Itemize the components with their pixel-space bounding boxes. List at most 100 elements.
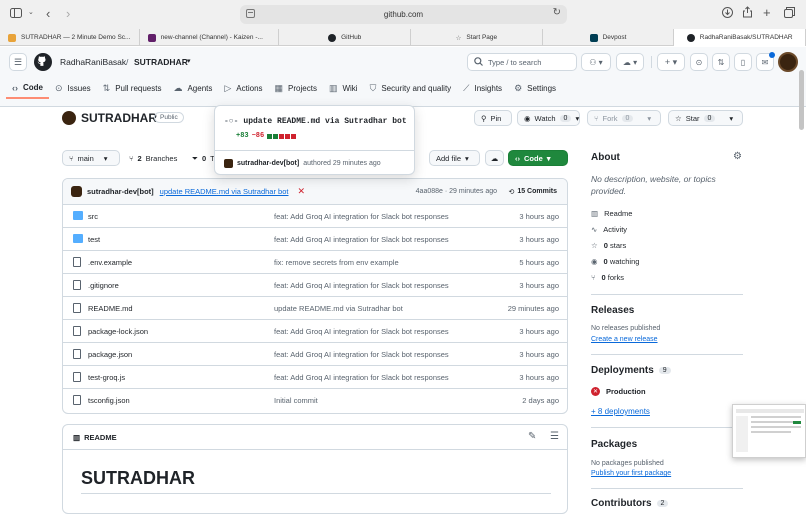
scrollbar[interactable] [799,70,804,130]
star-button[interactable]: ☆ Star 0 ▾ [668,110,743,126]
file-name[interactable]: .gitignore [88,281,119,290]
file-row[interactable]: .gitignore feat: Add Groq AI integration … [63,274,567,297]
pencil-icon[interactable]: ✎ [528,431,536,442]
watch-button[interactable]: ◉ Watch 0 ▾ [517,110,580,126]
file-commit-message[interactable]: fix: remove secrets from env example [274,258,399,267]
pull-requests-button[interactable]: ⇅ [712,53,730,71]
readme-link[interactable]: ▥ Readme [591,209,632,218]
caret-down-icon[interactable]: ▾ [187,57,191,65]
activity-link[interactable]: ∿ Activity [591,225,627,234]
repo-name-link[interactable]: SUTRADHAR [134,57,188,67]
browser-tab[interactable]: GitHub [279,29,412,46]
file-commit-message[interactable]: feat: Add Groq AI integration for Slack … [274,327,449,336]
tab-overview-icon[interactable] [784,7,795,18]
file-commit-message[interactable]: feat: Add Groq AI integration for Slack … [274,281,449,290]
repositories-button[interactable]: ▯ [734,53,752,71]
add-file-button[interactable]: Add file ▾ [429,150,480,166]
browser-tab-active[interactable]: RadhaRaniBasak/SUTRADHAR [674,29,806,46]
browser-tab[interactable]: new-channel (Channel) - Kaizen -... [140,29,280,46]
readme-tab[interactable]: ▥ README [73,433,117,442]
tags-link[interactable]: ⏷ 0 T [192,154,215,164]
commit-hash-time[interactable]: 4aa088e · 29 minutes ago [416,188,497,195]
forks-link[interactable]: ⑂ 0 forks [591,273,624,282]
avatar[interactable] [778,52,798,72]
file-name[interactable]: test [88,235,100,244]
new-tab-icon[interactable]: + [763,5,771,20]
download-icon[interactable] [722,7,733,18]
more-deployments-link[interactable]: + 8 deployments [591,407,650,416]
file-name[interactable]: .env.example [88,258,132,267]
gear-icon[interactable]: ⚙ [733,151,742,162]
browser-tab[interactable]: Devpost [543,29,675,46]
commit-author[interactable]: sutradhar-dev[bot] [87,187,154,196]
file-name[interactable]: README.md [88,304,133,313]
file-row[interactable]: src feat: Add Groq AI integration for Sla… [63,205,567,228]
tab-agents[interactable]: ☁ Agents [167,78,218,99]
tab-actions[interactable]: ▷ Actions [218,78,268,99]
tab-projects[interactable]: ▦ Projects [269,78,323,99]
search-input[interactable]: Type / to search [467,53,577,71]
repo-owner[interactable]: RadhaRaniBasak [60,57,126,67]
file-name[interactable]: tsconfig.json [88,396,130,405]
repo-owner-avatar[interactable] [62,111,76,125]
deployments-heading[interactable]: Deployments 9 [591,365,671,376]
file-name[interactable]: package-lock.json [88,327,148,336]
tab-settings[interactable]: ⚙ Settings [508,78,562,99]
share-icon[interactable] [742,6,753,18]
file-row[interactable]: tsconfig.json Initial commit 2 days ago [63,389,567,412]
tab-pull-requests[interactable]: ⇅ Pull requests [97,78,168,99]
browser-tab[interactable]: SUTRADHAR — 2 Minute Demo Sc... [0,29,140,46]
branches-link[interactable]: ⑂ 2 Branches [129,154,177,163]
commits-link[interactable]: ⟲ 15 Commits [508,188,557,196]
file-row[interactable]: package.json feat: Add Groq AI integratio… [63,343,567,366]
reload-icon[interactable]: ↻ [553,7,561,18]
watching-link[interactable]: ◉ 0 watching [591,257,639,266]
packages-heading[interactable]: Packages [591,439,637,450]
create-new-button[interactable]: + ▾ [657,53,685,71]
file-commit-message[interactable]: Initial commit [274,396,318,405]
commit-author-avatar[interactable] [71,186,82,197]
hovercard-title[interactable]: -○- update README.md via Sutradhar bot [224,117,407,126]
list-unordered-icon[interactable]: ☰ [550,431,559,442]
tab-issues[interactable]: ⊙ Issues [49,78,97,99]
commit-message-link[interactable]: update README.md via Sutradhar bot [160,187,289,196]
file-name[interactable]: test-groq.js [88,373,125,382]
deployment-production[interactable]: ✕ Production [591,387,646,396]
copilot-repo-button[interactable]: ☁ [485,150,504,166]
sidebar-toggle-icon[interactable] [10,8,22,18]
file-commit-message[interactable]: feat: Add Groq AI integration for Slack … [274,235,449,244]
file-row[interactable]: .env.example fix: remove secrets from env… [63,251,567,274]
forward-icon[interactable]: › [66,6,70,21]
address-bar[interactable]: github.com ↻ [240,5,567,24]
tab-security[interactable]: ⛉ Security and quality [364,78,458,99]
issues-button[interactable]: ⊙ [690,53,708,71]
notifications-button[interactable]: ✉ [756,52,775,71]
pin-button[interactable]: ⚲ Pin [474,110,512,126]
file-row[interactable]: test feat: Add Groq AI integration for Sl… [63,228,567,251]
releases-heading[interactable]: Releases [591,305,634,316]
github-logo-icon[interactable] [34,53,52,73]
file-commit-message[interactable]: update README.md via Sutradhar bot [274,304,403,313]
window-thumbnail[interactable] [732,404,806,458]
browser-tab[interactable]: ☆ Start Page [411,29,543,46]
tab-code[interactable]: ‹› Code [6,78,49,99]
file-commit-message[interactable]: feat: Add Groq AI integration for Slack … [274,373,449,382]
stars-link[interactable]: ☆ 0 stars [591,241,626,250]
repo-title[interactable]: SUTRADHAR [81,111,157,125]
copilot-chat-button[interactable]: ☁ ▾ [616,53,644,71]
author-avatar[interactable] [224,159,233,168]
x-icon[interactable]: ✕ [298,186,306,197]
file-name[interactable]: src [88,212,98,221]
branch-selector[interactable]: ⑂ main ▾ [62,150,120,166]
file-commit-message[interactable]: feat: Add Groq AI integration for Slack … [274,350,449,359]
fork-button[interactable]: ⑂ Fork 0 ▾ [587,110,661,126]
copilot-button[interactable]: ⚇ ▾ [581,53,611,71]
file-row[interactable]: package-lock.json feat: Add Groq AI integ… [63,320,567,343]
file-commit-message[interactable]: feat: Add Groq AI integration for Slack … [274,212,449,221]
code-button[interactable]: ‹› Code ▾ [508,150,568,166]
publish-package-link[interactable]: Publish your first package [591,470,671,477]
tab-insights[interactable]: ⟋ Insights [457,78,508,99]
menu-button[interactable]: ☰ [9,53,27,71]
file-name[interactable]: package.json [88,350,132,359]
hovercard-author[interactable]: sutradhar-dev[bot] [237,160,299,167]
